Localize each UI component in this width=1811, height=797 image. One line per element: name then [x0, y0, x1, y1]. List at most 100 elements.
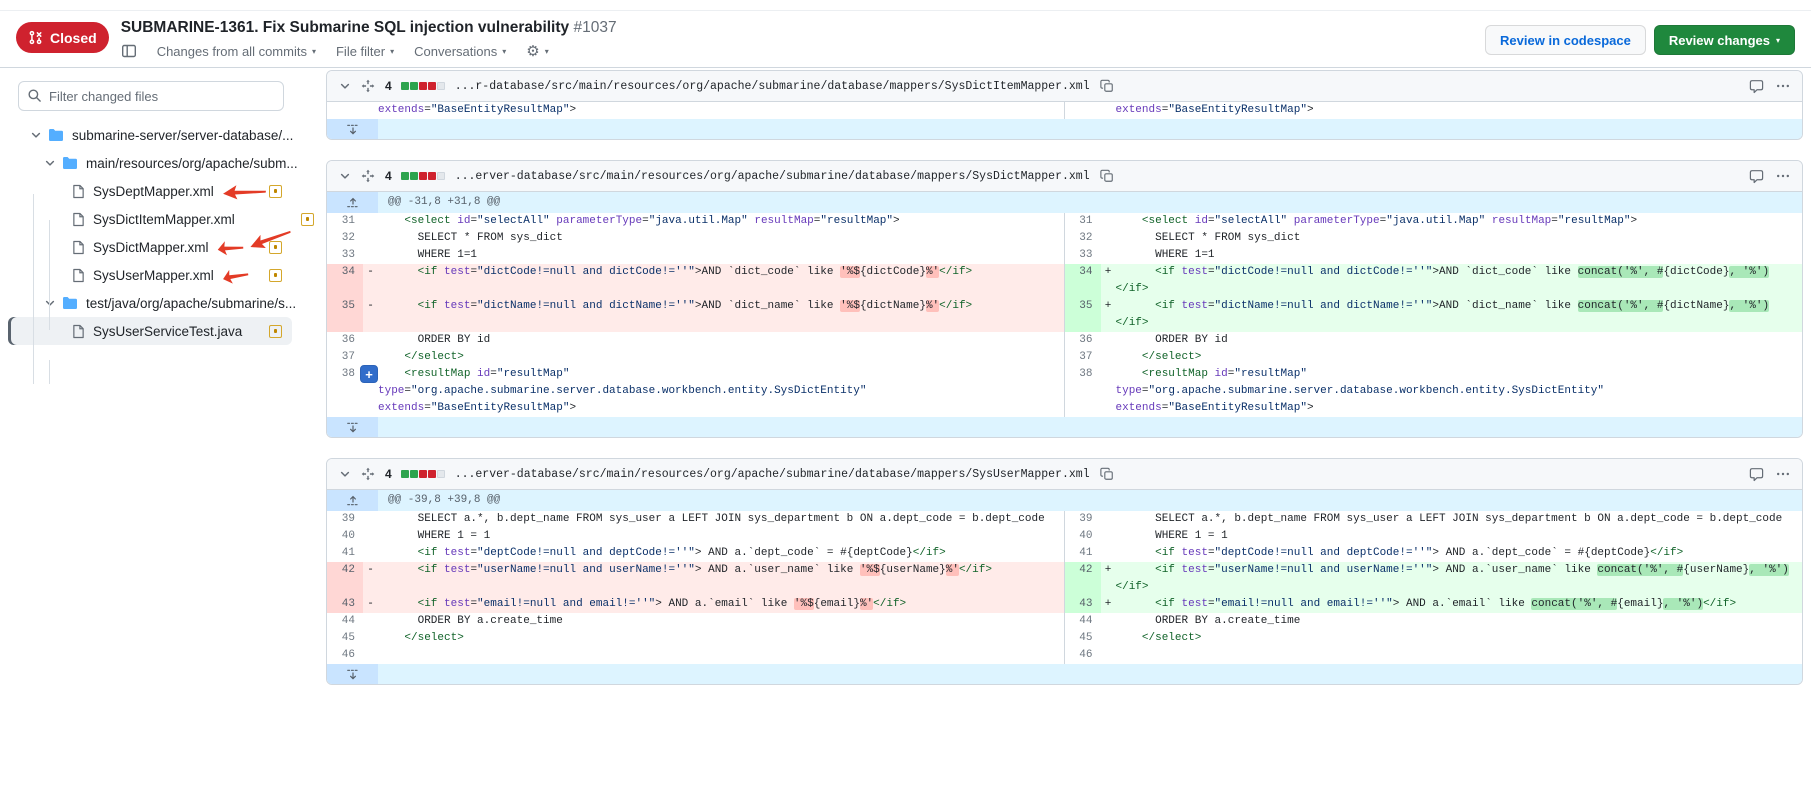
- diff-cell: 35+ <if test="dictName!=null and dictNam…: [1065, 298, 1803, 332]
- line-number[interactable]: 43: [1065, 596, 1101, 613]
- line-number[interactable]: [1065, 102, 1101, 119]
- diff-marker: [1101, 545, 1116, 562]
- code-line: WHERE 1 = 1: [378, 528, 1064, 545]
- drag-handle-icon: [361, 467, 375, 481]
- toggle-file-tree-button[interactable]: [121, 43, 137, 59]
- diff-settings-gear[interactable]: ⚙ ▾: [526, 42, 548, 60]
- fold-down-icon: [347, 421, 359, 434]
- diff-cell: 45 </select>: [1065, 630, 1803, 647]
- code-lines: WHERE 1 = 1: [378, 528, 1064, 545]
- conversations-dropdown[interactable]: Conversations ▾: [414, 44, 506, 59]
- line-number[interactable]: 32: [327, 230, 363, 247]
- kebab-icon: [1776, 79, 1790, 93]
- line-number[interactable]: 36: [1065, 332, 1101, 349]
- copy-path-button[interactable]: [1098, 79, 1116, 93]
- annotation-arrow: [215, 236, 245, 257]
- tree-folder-main-resources-org-apache-subm-[interactable]: main/resources/org/apache/subm...: [8, 149, 292, 177]
- file-options-kebab[interactable]: [1774, 169, 1792, 183]
- diff-row: 35- <if test="dictName!=null and dictNam…: [327, 298, 1802, 332]
- code-lines: ORDER BY a.create_time: [378, 613, 1064, 630]
- code-lines: <resultMap id="resultMap"type="org.apach…: [1116, 366, 1803, 417]
- line-number[interactable]: 44: [327, 613, 363, 630]
- line-number[interactable]: 42: [1065, 562, 1101, 596]
- changes-from-dropdown[interactable]: Changes from all commits ▾: [157, 44, 316, 59]
- line-number[interactable]: 37: [327, 349, 363, 366]
- line-number[interactable]: 45: [327, 630, 363, 647]
- line-number[interactable]: 46: [1065, 647, 1101, 664]
- code-lines: <select id="selectAll" parameterType="ja…: [1116, 213, 1803, 230]
- collapse-file-button[interactable]: [337, 170, 353, 182]
- line-number[interactable]: 35: [327, 298, 363, 332]
- line-number[interactable]: 39: [327, 511, 363, 528]
- line-number[interactable]: 39: [1065, 511, 1101, 528]
- file-comment-button[interactable]: [1747, 467, 1766, 482]
- line-number[interactable]: 34: [327, 264, 363, 298]
- line-number[interactable]: 45: [1065, 630, 1101, 647]
- line-number[interactable]: 33: [1065, 247, 1101, 264]
- line-number[interactable]: 38: [1065, 366, 1101, 417]
- tree-folder-submarine-server-server-database-[interactable]: submarine-server/server-database/...: [8, 121, 292, 149]
- code-lines: <if test="userName!=null and userName!='…: [1116, 562, 1803, 596]
- diff-row: 32 SELECT * FROM sys_dict32 SELECT * FRO…: [327, 230, 1802, 247]
- line-number[interactable]: 43: [327, 596, 363, 613]
- line-number[interactable]: 37: [1065, 349, 1101, 366]
- line-number[interactable]: 41: [327, 545, 363, 562]
- line-number[interactable]: 38: [327, 366, 363, 417]
- line-number[interactable]: 40: [1065, 528, 1101, 545]
- tree-file-sysuserservicetest-java[interactable]: SysUserServiceTest.java: [8, 317, 292, 345]
- collapse-file-button[interactable]: [337, 80, 353, 92]
- file-label: SysDeptMapper.xml: [93, 184, 214, 199]
- line-number[interactable]: 31: [327, 213, 363, 230]
- file-comment-button[interactable]: [1747, 169, 1766, 184]
- copy-path-button[interactable]: [1098, 169, 1116, 183]
- line-number[interactable]: [327, 102, 363, 119]
- file-filter-dropdown[interactable]: File filter ▾: [336, 44, 394, 59]
- line-number[interactable]: 33: [327, 247, 363, 264]
- expand-down-button[interactable]: [327, 664, 378, 684]
- diff-file-header: 4...erver-database/src/main/resources/or…: [327, 161, 1802, 192]
- file-label: SysDictItemMapper.xml: [93, 212, 235, 227]
- line-number[interactable]: 40: [327, 528, 363, 545]
- add-comment-button[interactable]: +: [360, 365, 378, 383]
- line-number[interactable]: 31: [1065, 213, 1101, 230]
- line-number[interactable]: 36: [327, 332, 363, 349]
- expand-up-button[interactable]: [327, 490, 378, 511]
- expand-down-button[interactable]: [327, 417, 378, 437]
- code-line: </if>: [1116, 281, 1803, 298]
- diff-cell: 43- <if test="email!=null and email!=''"…: [327, 596, 1065, 613]
- line-number[interactable]: 32: [1065, 230, 1101, 247]
- tree-folder-test-java-org-apache-submarine-s-[interactable]: test/java/org/apache/submarine/s...: [8, 289, 292, 317]
- diffstat-square-neutral: [437, 470, 445, 478]
- tree-file-sysdictmapper-xml[interactable]: SysDictMapper.xml: [8, 233, 292, 261]
- line-number[interactable]: 35: [1065, 298, 1101, 332]
- diff-cell: 46: [1065, 647, 1803, 664]
- tree-file-sysdictitemmapper-xml[interactable]: SysDictItemMapper.xml: [8, 205, 292, 233]
- diff-cell: 38 <resultMap id="resultMap"type="org.ap…: [1065, 366, 1803, 417]
- file-options-kebab[interactable]: [1774, 79, 1792, 93]
- review-in-codespace-button[interactable]: Review in codespace: [1485, 25, 1646, 55]
- diff-marker: [1101, 349, 1116, 366]
- expand-up-button[interactable]: [327, 192, 378, 213]
- diff-marker: [363, 511, 378, 528]
- file-options-kebab[interactable]: [1774, 467, 1792, 481]
- expand-down-button[interactable]: [327, 119, 378, 139]
- code-line: <resultMap id="resultMap": [378, 366, 1064, 383]
- file-comment-button[interactable]: [1747, 79, 1766, 94]
- diff-file-card: 4...erver-database/src/main/resources/or…: [326, 458, 1803, 685]
- copy-path-button[interactable]: [1098, 467, 1116, 481]
- filter-changed-files-input[interactable]: [18, 81, 284, 111]
- diff-cell: 42- <if test="userName!=null and userNam…: [327, 562, 1065, 596]
- chevron-down-icon: [339, 468, 351, 480]
- copy-icon: [1100, 169, 1114, 183]
- line-number[interactable]: 34: [1065, 264, 1101, 298]
- collapse-file-button[interactable]: [337, 468, 353, 480]
- tree-file-sysusermapper-xml[interactable]: SysUserMapper.xml: [8, 261, 292, 289]
- tree-file-sysdeptmapper-xml[interactable]: SysDeptMapper.xml: [8, 177, 292, 205]
- gear-icon: ⚙: [526, 42, 539, 60]
- code-line: WHERE 1 = 1: [1116, 528, 1803, 545]
- line-number[interactable]: 42: [327, 562, 363, 596]
- line-number[interactable]: 46: [327, 647, 363, 664]
- line-number[interactable]: 44: [1065, 613, 1101, 630]
- review-changes-button[interactable]: Review changes ▾: [1654, 25, 1795, 55]
- line-number[interactable]: 41: [1065, 545, 1101, 562]
